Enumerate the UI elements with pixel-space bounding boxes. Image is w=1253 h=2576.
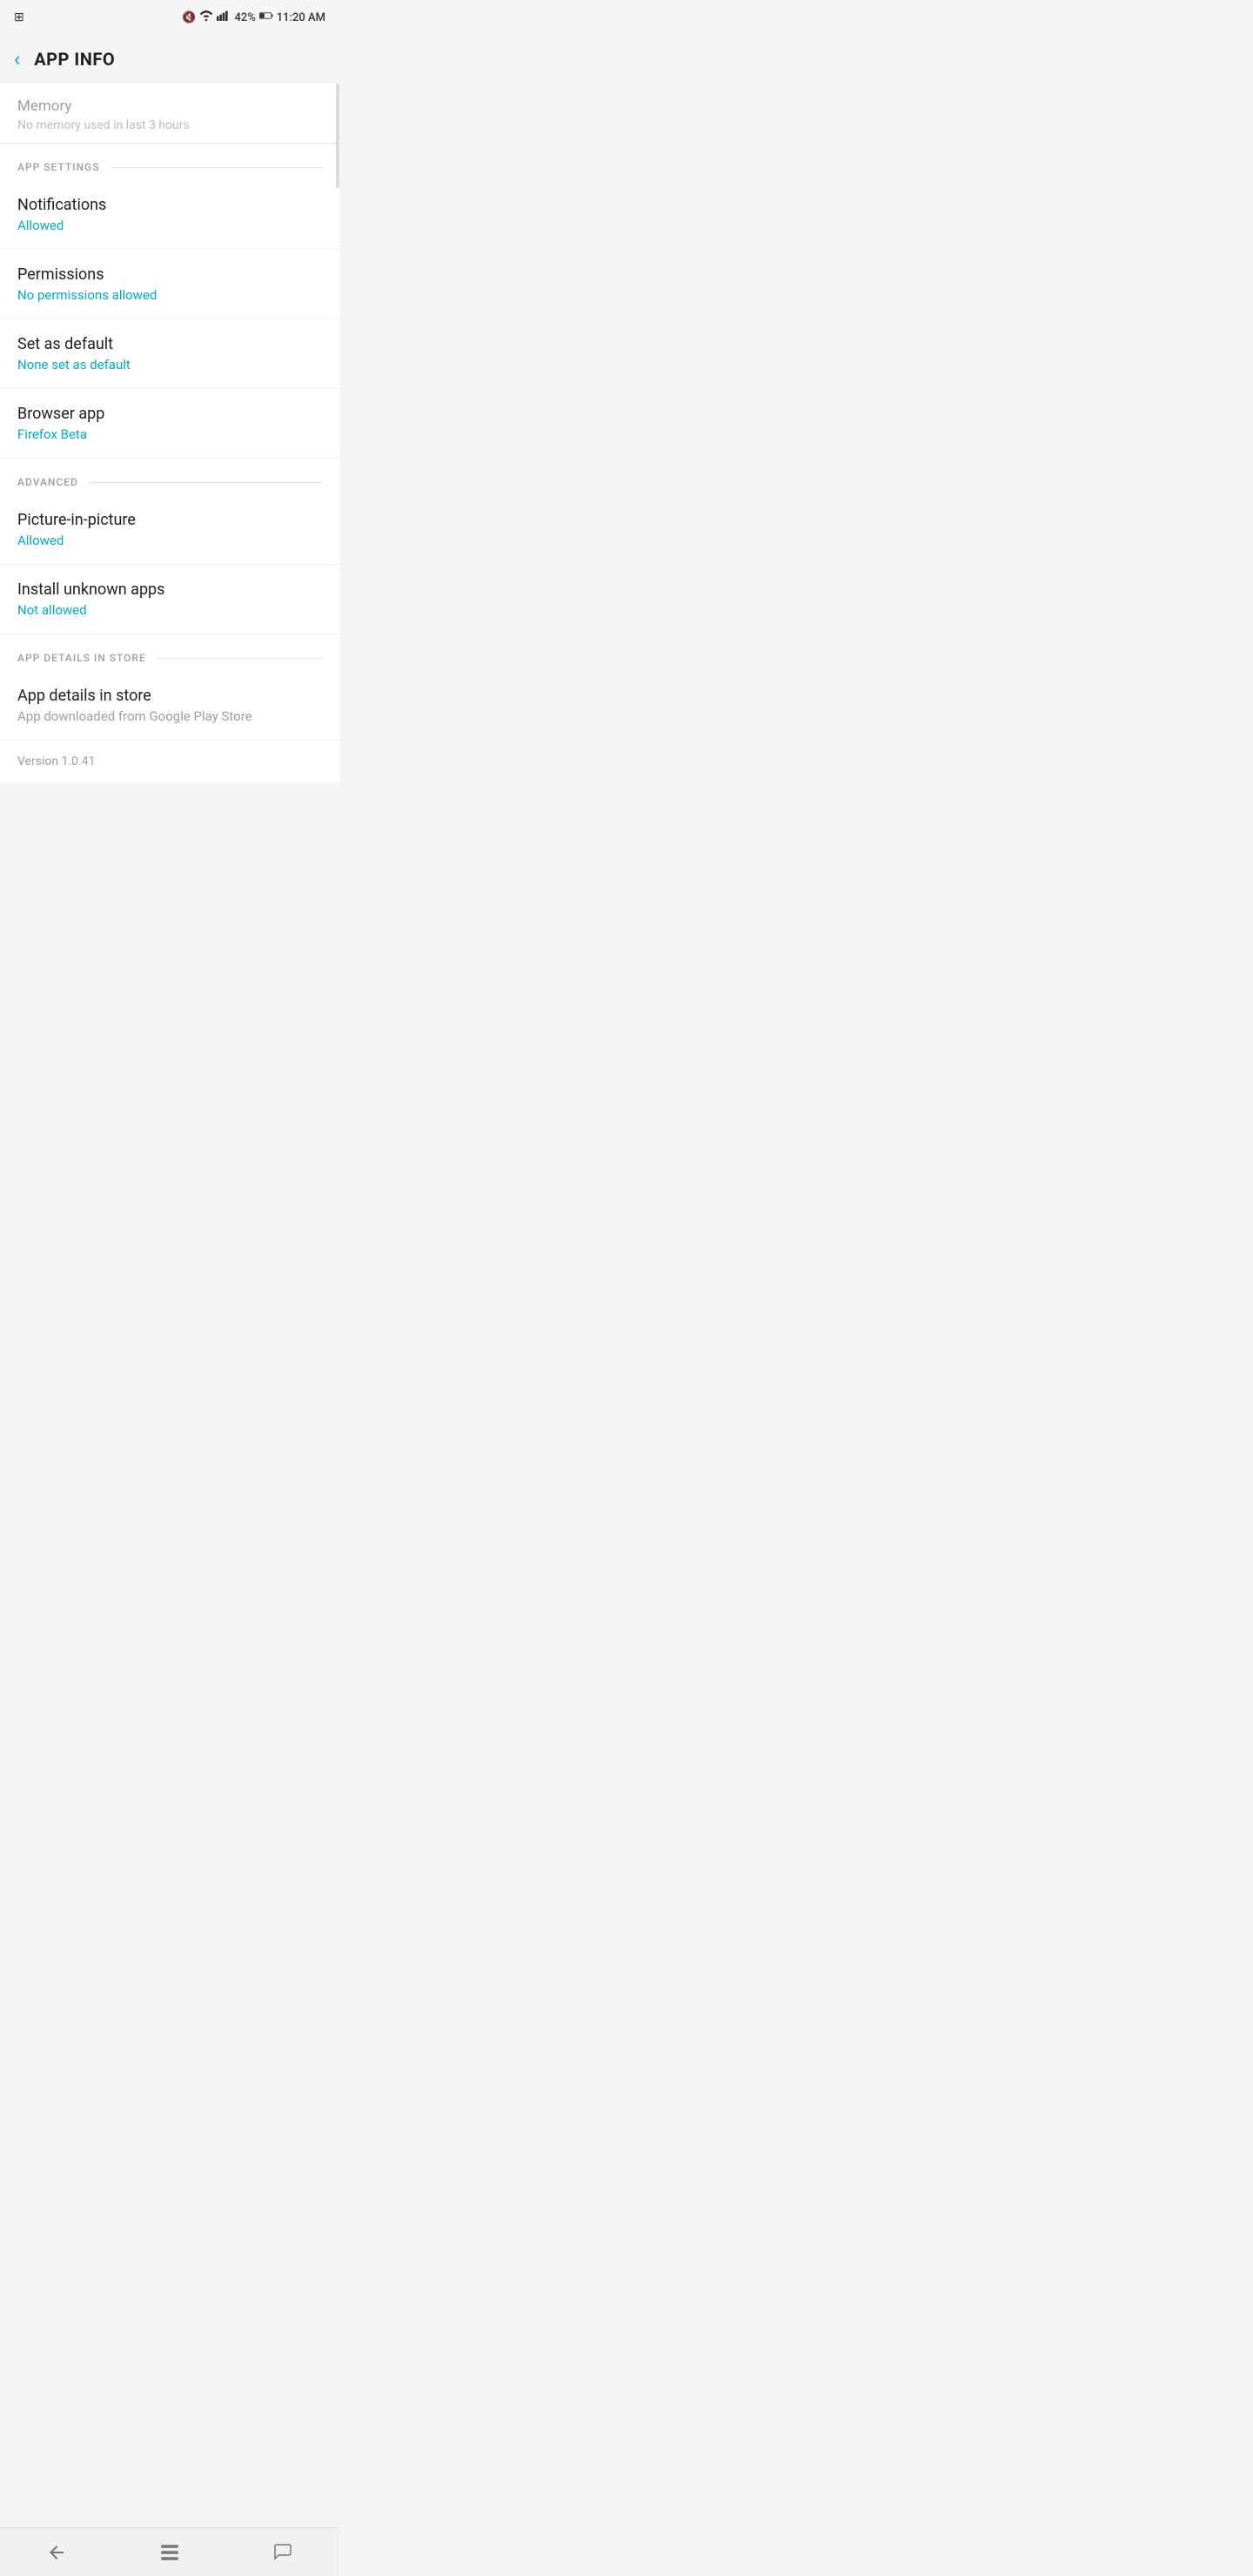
picture-in-picture-subtitle: Allowed [17, 533, 322, 548]
section-line [111, 167, 323, 168]
home-nav-button[interactable] [149, 2532, 191, 2573]
set-as-default-item[interactable]: Set as default None set as default [0, 319, 339, 389]
permissions-item[interactable]: Permissions No permissions allowed [0, 250, 339, 319]
app-details-store-item[interactable]: App details in store App downloaded from… [0, 671, 339, 741]
app-icon: ⊞ [14, 10, 24, 24]
battery-icon [259, 10, 273, 24]
app-details-store-title: App details in store [17, 687, 322, 705]
install-unknown-apps-title: Install unknown apps [17, 580, 322, 599]
status-bar-right: 🔇 42% 11:20 AM [182, 10, 325, 25]
time: 11:20 AM [277, 11, 325, 24]
scrollbar[interactable] [336, 84, 339, 188]
permissions-title: Permissions [17, 265, 322, 284]
set-as-default-subtitle: None set as default [17, 357, 322, 372]
advanced-line [89, 482, 322, 483]
notifications-title: Notifications [17, 196, 322, 214]
mute-icon: 🔇 [182, 11, 196, 24]
status-bar: ⊞ 🔇 42% 11:20 AM [0, 0, 339, 35]
notifications-subtitle: Allowed [17, 218, 322, 233]
picture-in-picture-item[interactable]: Picture-in-picture Allowed [0, 495, 339, 565]
app-settings-divider: APP SETTINGS [0, 144, 339, 180]
install-unknown-apps-item[interactable]: Install unknown apps Not allowed [0, 565, 339, 634]
back-nav-button[interactable] [36, 2532, 77, 2573]
install-unknown-apps-subtitle: Not allowed [17, 602, 322, 618]
status-bar-left: ⊞ [14, 10, 24, 24]
battery-percent: 42% [234, 11, 255, 24]
picture-in-picture-title: Picture-in-picture [17, 511, 322, 529]
recents-nav-button[interactable] [262, 2532, 304, 2573]
back-button[interactable]: ‹ [14, 49, 20, 70]
version-text: Version 1.0.41 [0, 741, 339, 782]
memory-title: Memory [17, 97, 322, 115]
browser-app-subtitle: Firefox Beta [17, 426, 322, 442]
advanced-label: ADVANCED [17, 476, 78, 488]
app-bar: ‹ APP INFO [0, 35, 339, 84]
memory-subtitle: No memory used in last 3 hours [17, 118, 322, 132]
app-details-line [157, 658, 322, 659]
bottom-nav [0, 2527, 339, 2576]
advanced-divider: ADVANCED [0, 459, 339, 495]
browser-app-item[interactable]: Browser app Firefox Beta [0, 389, 339, 459]
permissions-subtitle: No permissions allowed [17, 287, 322, 303]
page-title: APP INFO [34, 49, 115, 70]
content: Memory No memory used in last 3 hours AP… [0, 84, 339, 782]
app-settings-label: APP SETTINGS [17, 161, 100, 173]
app-details-label: APP DETAILS IN STORE [17, 652, 146, 664]
wifi-icon [199, 10, 213, 25]
notifications-item[interactable]: Notifications Allowed [0, 180, 339, 250]
signal-icon [217, 10, 231, 25]
browser-app-title: Browser app [17, 405, 322, 423]
app-details-divider: APP DETAILS IN STORE [0, 634, 339, 671]
memory-section: Memory No memory used in last 3 hours [0, 84, 339, 144]
set-as-default-title: Set as default [17, 335, 322, 353]
app-details-store-subtitle: App downloaded from Google Play Store [17, 708, 322, 724]
